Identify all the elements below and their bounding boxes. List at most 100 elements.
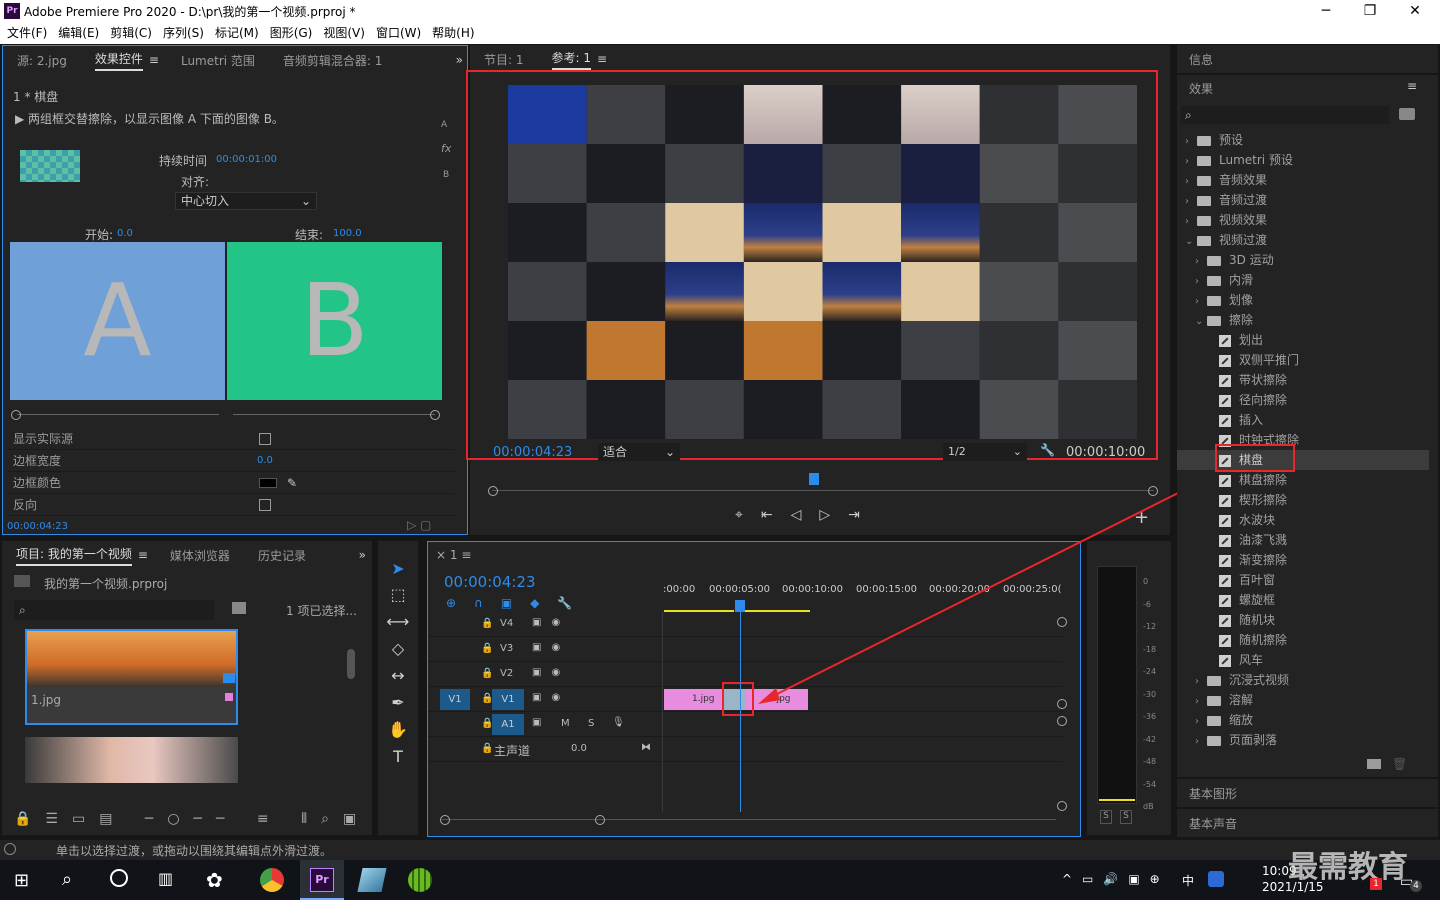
effect-item[interactable]: 棋盘擦除 bbox=[1185, 470, 1421, 490]
effects-folder[interactable]: › Lumetri 预设 bbox=[1185, 150, 1421, 170]
effect-item[interactable]: 渐变擦除 bbox=[1185, 550, 1421, 570]
duration-value[interactable]: 00:00:01:00 bbox=[216, 154, 277, 165]
menu-edit[interactable]: 编辑(E) bbox=[58, 22, 99, 44]
show-actual-source-checkbox[interactable] bbox=[259, 433, 271, 445]
effect-item[interactable]: 双侧平推门 bbox=[1185, 350, 1421, 370]
delete-icon[interactable]: 🗑 bbox=[1392, 757, 1407, 771]
timeline-zoom-right-handle[interactable] bbox=[595, 815, 605, 825]
timeline-vscroll-mid[interactable] bbox=[1057, 699, 1067, 709]
start-slider-handle[interactable] bbox=[11, 410, 21, 420]
chrome-icon[interactable] bbox=[260, 868, 284, 892]
transition-subfolder[interactable]: › 内滑 bbox=[1185, 270, 1421, 290]
hand-tool-icon[interactable]: ✋ bbox=[385, 717, 411, 743]
effects-folder[interactable]: › 预设 bbox=[1185, 130, 1421, 150]
timeline-vscroll-audio[interactable] bbox=[1057, 716, 1067, 726]
tab-effect-controls[interactable]: 效果控件 bbox=[94, 50, 143, 71]
monitor-zoom-right-handle[interactable] bbox=[1148, 486, 1158, 496]
new-custom-bin-icon[interactable] bbox=[1399, 108, 1415, 120]
add-button-icon[interactable]: + bbox=[1134, 507, 1149, 528]
track-select-tool-icon[interactable]: ⬚ bbox=[385, 582, 411, 608]
menu-graphics[interactable]: 图形(G) bbox=[270, 22, 313, 44]
project-menu-icon[interactable]: ≡ bbox=[138, 548, 148, 562]
close-button[interactable]: ✕ bbox=[1395, 2, 1435, 20]
master-goto-icon[interactable]: ⧓ bbox=[641, 742, 651, 753]
effect-item[interactable]: 划出 bbox=[1185, 330, 1421, 350]
v1-target-toggle[interactable]: V1 bbox=[492, 689, 524, 710]
project-footer-toolbar[interactable]: 🔒☰▭▤ ─○── ≡ ⦀⌕▣ bbox=[14, 811, 370, 827]
effect-item[interactable]: 插入 bbox=[1185, 410, 1421, 430]
menu-sequence[interactable]: 序列(S) bbox=[163, 22, 204, 44]
end-value[interactable]: 100.0 bbox=[333, 228, 362, 239]
meter-solo-right[interactable]: S bbox=[1120, 810, 1132, 824]
start-windows-icon[interactable]: ⊞ bbox=[14, 870, 29, 891]
menu-clip[interactable]: 剪辑(C) bbox=[110, 22, 152, 44]
effect-item[interactable]: 随机块 bbox=[1185, 610, 1421, 630]
project-item-2[interactable] bbox=[25, 737, 238, 783]
align-select[interactable]: 中心切入 ⌄ bbox=[175, 192, 317, 210]
pinwheel-app-icon[interactable]: ✿ bbox=[206, 868, 223, 892]
effect-controls-timecode[interactable]: 00:00:04:23 bbox=[7, 521, 68, 532]
search-icon[interactable]: ⌕ bbox=[62, 869, 72, 890]
resolution-select[interactable]: 1/2 ⌄ bbox=[943, 443, 1027, 461]
watermelon-app-icon[interactable] bbox=[408, 868, 432, 892]
effect-item[interactable]: 油漆飞溅 bbox=[1185, 530, 1421, 550]
menu-marker[interactable]: 标记(M) bbox=[215, 22, 259, 44]
selection-tool-icon[interactable]: ➤ bbox=[385, 556, 411, 582]
task-view-icon[interactable]: ▥ bbox=[158, 869, 173, 888]
effects-folder[interactable]: › 视频效果 bbox=[1185, 210, 1421, 230]
effects-folder[interactable]: › 音频过渡 bbox=[1185, 190, 1421, 210]
notebook-app-icon[interactable] bbox=[357, 868, 387, 892]
transport-controls[interactable]: ⌖⇤◁▷⇥ bbox=[735, 507, 878, 523]
razor-tool-icon[interactable]: ◇ bbox=[385, 636, 411, 662]
effect-item[interactable]: 随机擦除 bbox=[1185, 630, 1421, 650]
timeline-tab[interactable]: × 1 ≡ bbox=[436, 548, 471, 562]
transition-subfolder[interactable]: › 3D 运动 bbox=[1185, 250, 1421, 270]
transition-subfolder[interactable]: › 缩放 bbox=[1185, 710, 1421, 730]
a1-mute-button[interactable]: M bbox=[561, 718, 570, 729]
clip-2-jpg[interactable]: 2.jpg bbox=[746, 689, 808, 710]
info-title[interactable]: 信息 bbox=[1189, 51, 1213, 68]
effect-item[interactable]: 水波块 bbox=[1185, 510, 1421, 530]
project-scrollbar[interactable] bbox=[347, 649, 355, 679]
transition-subfolder[interactable]: › 溶解 bbox=[1185, 690, 1421, 710]
fit-select[interactable]: 适合 ⌄ bbox=[598, 443, 680, 461]
start-value[interactable]: 0.0 bbox=[117, 228, 133, 239]
project-search-input[interactable]: ⌕ bbox=[14, 600, 214, 620]
monitor-playhead[interactable] bbox=[809, 473, 819, 485]
effects-folder[interactable]: › 音频效果 bbox=[1185, 170, 1421, 190]
meter-solo-left[interactable]: S bbox=[1100, 810, 1112, 824]
tab-audio-clip-mixer[interactable]: 音频剪辑混合器: 1 bbox=[283, 52, 383, 69]
ime-indicator[interactable]: 中 bbox=[1182, 872, 1194, 889]
system-tray-icons[interactable]: ^▭🔊▣⊕ bbox=[1062, 872, 1170, 886]
pen-tool-icon[interactable]: ✒ bbox=[385, 690, 411, 716]
effects-title[interactable]: 效果 bbox=[1189, 80, 1213, 97]
menu-file[interactable]: 文件(F) bbox=[7, 22, 47, 44]
menu-view[interactable]: 视图(V) bbox=[323, 22, 365, 44]
effect-item[interactable]: 风车 bbox=[1185, 650, 1421, 670]
effects-search-input[interactable]: ⌕ bbox=[1181, 106, 1389, 124]
panel-menu-icon[interactable]: ≡ bbox=[149, 53, 159, 67]
timeline-tools[interactable]: ⊕∩▣◆🔧 bbox=[446, 596, 590, 610]
effect-item[interactable]: 径向擦除 bbox=[1185, 390, 1421, 410]
effect-item[interactable]: 楔形擦除 bbox=[1185, 490, 1421, 510]
effect-item[interactable]: 带状擦除 bbox=[1185, 370, 1421, 390]
bin-filter-icon[interactable] bbox=[232, 602, 246, 614]
effect-item[interactable]: 百叶窗 bbox=[1185, 570, 1421, 590]
cortana-icon[interactable] bbox=[110, 869, 128, 887]
transition-subfolder[interactable]: ⌄ 擦除 bbox=[1185, 310, 1421, 330]
tab-history[interactable]: 历史记录 bbox=[258, 547, 306, 564]
reverse-checkbox[interactable] bbox=[259, 499, 271, 511]
tab-source[interactable]: 源: 2.jpg bbox=[17, 52, 67, 69]
end-slider-handle[interactable] bbox=[430, 410, 440, 420]
timeline-vscroll-top[interactable] bbox=[1057, 617, 1067, 627]
transition-subfolder[interactable]: › 沉浸式视频 bbox=[1185, 670, 1421, 690]
premiere-taskbar-icon[interactable]: Pr bbox=[310, 868, 334, 892]
tab-project[interactable]: 项目: 我的第一个视频 bbox=[16, 545, 132, 566]
maximize-button[interactable]: ❐ bbox=[1350, 2, 1390, 20]
effects-folder[interactable]: ⌄ 视频过渡 bbox=[1185, 230, 1421, 250]
tab-program[interactable]: 节目: 1 bbox=[484, 51, 524, 68]
tab-lumetri-scopes[interactable]: Lumetri 范围 bbox=[181, 52, 255, 69]
timeline-vscroll-bottom[interactable] bbox=[1057, 801, 1067, 811]
menu-window[interactable]: 窗口(W) bbox=[376, 22, 421, 44]
more-tabs-icon[interactable]: » bbox=[456, 53, 463, 67]
